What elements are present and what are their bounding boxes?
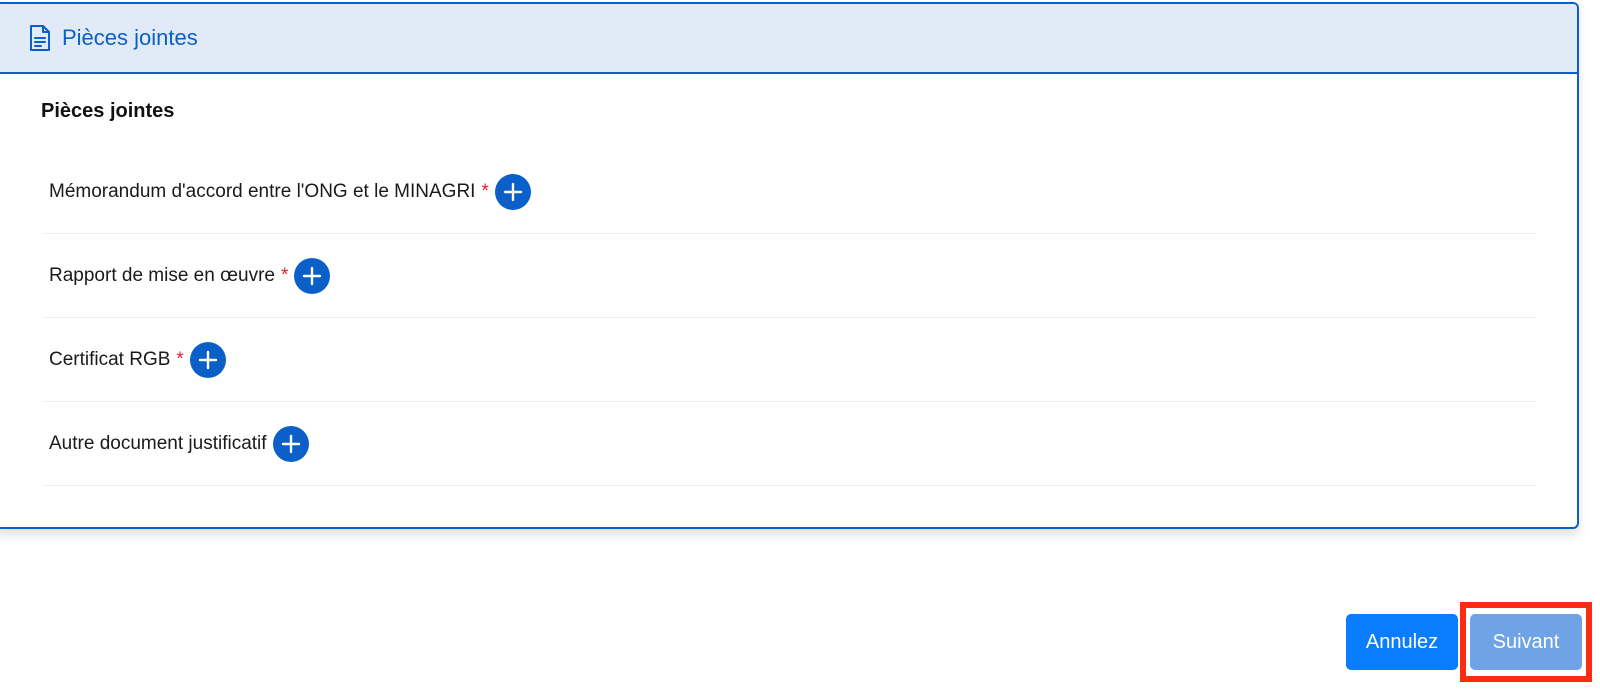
attachments-list: Mémorandum d'accord entre l'ONG et le MI… [42, 150, 1536, 486]
card-header-title: Pièces jointes [62, 25, 198, 50]
add-attachment-button[interactable] [494, 173, 531, 210]
required-marker: * [176, 348, 184, 370]
attachment-label: Mémorandum d'accord entre l'ONG et le MI… [49, 180, 476, 202]
attachment-label: Rapport de mise en œuvre [49, 264, 275, 286]
add-attachment-button[interactable] [272, 425, 309, 462]
card-header: Pièces jointes [0, 4, 1577, 74]
attachment-row-rapport: Rapport de mise en œuvre * [42, 234, 1536, 318]
plus-icon [281, 434, 300, 453]
section-title: Pièces jointes [41, 100, 175, 122]
required-marker: * [481, 180, 489, 202]
attachments-card: Pièces jointes Pièces jointes Mémorandum… [0, 2, 1579, 529]
required-marker: * [281, 264, 289, 286]
attachment-row-memorandum: Mémorandum d'accord entre l'ONG et le MI… [42, 150, 1536, 234]
attachment-label: Certificat RGB [49, 348, 171, 370]
add-attachment-button[interactable] [189, 341, 226, 378]
plus-icon [198, 350, 218, 369]
plus-icon [503, 182, 523, 201]
add-attachment-button[interactable] [294, 257, 331, 294]
attachment-row-autre: Autre document justificatif [42, 402, 1536, 486]
attachment-row-certificat: Certificat RGB * [42, 318, 1536, 402]
cancel-button[interactable]: Annulez [1346, 614, 1458, 670]
next-button-highlight [1460, 602, 1592, 682]
attachment-label: Autre document justificatif [49, 432, 267, 454]
plus-icon [303, 266, 322, 285]
document-icon [28, 24, 52, 52]
